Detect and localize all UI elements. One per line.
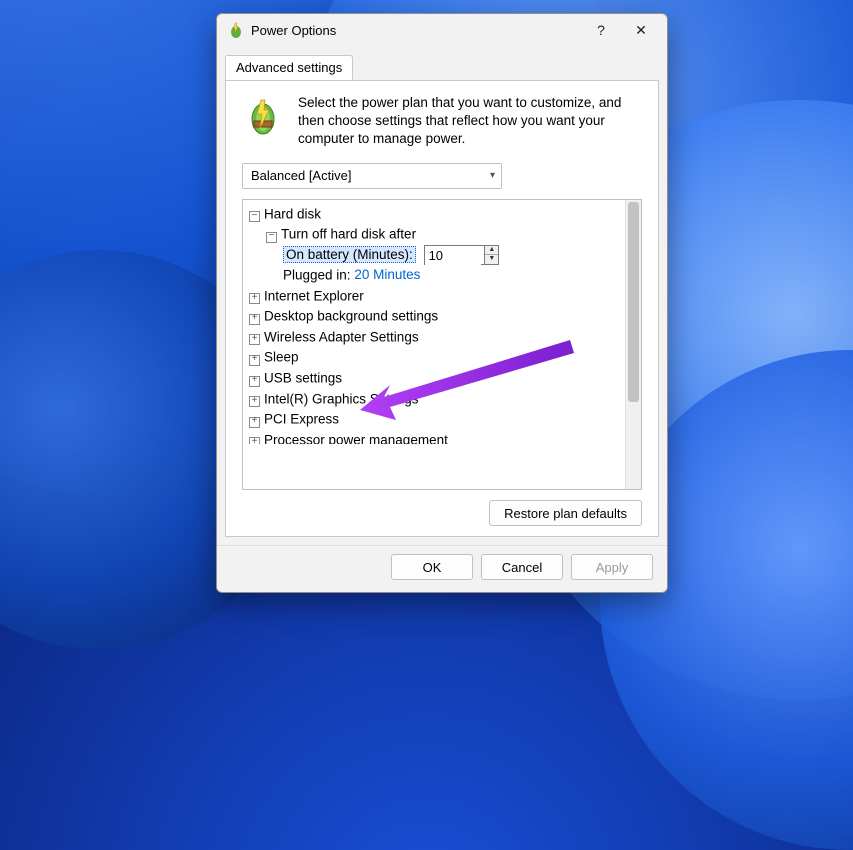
on-battery-label: On battery (Minutes): <box>283 246 416 263</box>
header-text: Select the power plan that you want to c… <box>298 94 642 149</box>
tree-hard-disk[interactable]: −Hard disk −Turn off hard disk after On … <box>249 204 625 286</box>
expand-icon[interactable]: + <box>249 314 260 325</box>
tree-turn-off-hard-disk[interactable]: −Turn off hard disk after On battery (Mi… <box>266 224 625 286</box>
expand-icon[interactable]: + <box>249 293 260 304</box>
expand-icon[interactable]: + <box>249 355 260 366</box>
tree-sleep[interactable]: +Sleep <box>249 347 625 368</box>
on-battery-spinner[interactable]: ▲▼ <box>424 245 500 265</box>
dialog-button-row: OK Cancel Apply <box>217 545 667 592</box>
titlebar: Power Options ? ✕ <box>217 14 667 46</box>
expand-icon[interactable]: + <box>249 334 260 345</box>
expand-icon[interactable]: + <box>249 396 260 407</box>
restore-defaults-button[interactable]: Restore plan defaults <box>489 500 642 526</box>
power-plan-selected: Balanced [Active] <box>251 168 351 183</box>
tabstrip: Advanced settings <box>217 46 667 80</box>
tab-advanced-settings[interactable]: Advanced settings <box>225 55 353 80</box>
tree-internet-explorer[interactable]: +Internet Explorer <box>249 286 625 307</box>
chevron-down-icon: ▾ <box>490 170 495 181</box>
power-plan-select[interactable]: Balanced [Active] ▾ <box>242 163 502 189</box>
tab-panel: Select the power plan that you want to c… <box>225 80 659 537</box>
expand-icon[interactable]: + <box>249 437 260 444</box>
cancel-button[interactable]: Cancel <box>481 554 563 580</box>
collapse-icon[interactable]: − <box>266 232 277 243</box>
window-title: Power Options <box>251 23 581 38</box>
ok-button[interactable]: OK <box>391 554 473 580</box>
apply-button[interactable]: Apply <box>571 554 653 580</box>
tree-usb-settings[interactable]: +USB settings <box>249 368 625 389</box>
expand-icon[interactable]: + <box>249 417 260 428</box>
plugged-in-value[interactable]: 20 Minutes <box>354 267 420 282</box>
help-button[interactable]: ? <box>581 16 621 44</box>
collapse-icon[interactable]: − <box>249 211 260 222</box>
battery-icon <box>227 21 245 39</box>
settings-tree[interactable]: −Hard disk −Turn off hard disk after On … <box>243 200 625 489</box>
tree-plugged-in[interactable]: Plugged in: 20 Minutes <box>283 265 625 286</box>
tree-scrollbar[interactable] <box>625 200 641 489</box>
tree-desktop-background[interactable]: +Desktop background settings <box>249 306 625 327</box>
settings-tree-container: −Hard disk −Turn off hard disk after On … <box>242 199 642 490</box>
tree-processor-power[interactable]: +Processor power management <box>249 430 625 444</box>
tree-on-battery[interactable]: On battery (Minutes): ▲▼ <box>283 245 625 265</box>
expand-icon[interactable]: + <box>249 376 260 387</box>
tree-pci-express[interactable]: +PCI Express <box>249 409 625 430</box>
scrollbar-thumb[interactable] <box>628 202 639 402</box>
tree-wireless-adapter[interactable]: +Wireless Adapter Settings <box>249 327 625 348</box>
on-battery-input[interactable] <box>425 247 481 265</box>
close-button[interactable]: ✕ <box>621 16 661 44</box>
power-plan-icon <box>242 94 284 136</box>
spinner-down-icon[interactable]: ▼ <box>485 255 498 264</box>
tree-intel-graphics[interactable]: +Intel(R) Graphics Settings <box>249 389 625 410</box>
power-options-dialog: Power Options ? ✕ Advanced settings Sele… <box>216 13 668 593</box>
